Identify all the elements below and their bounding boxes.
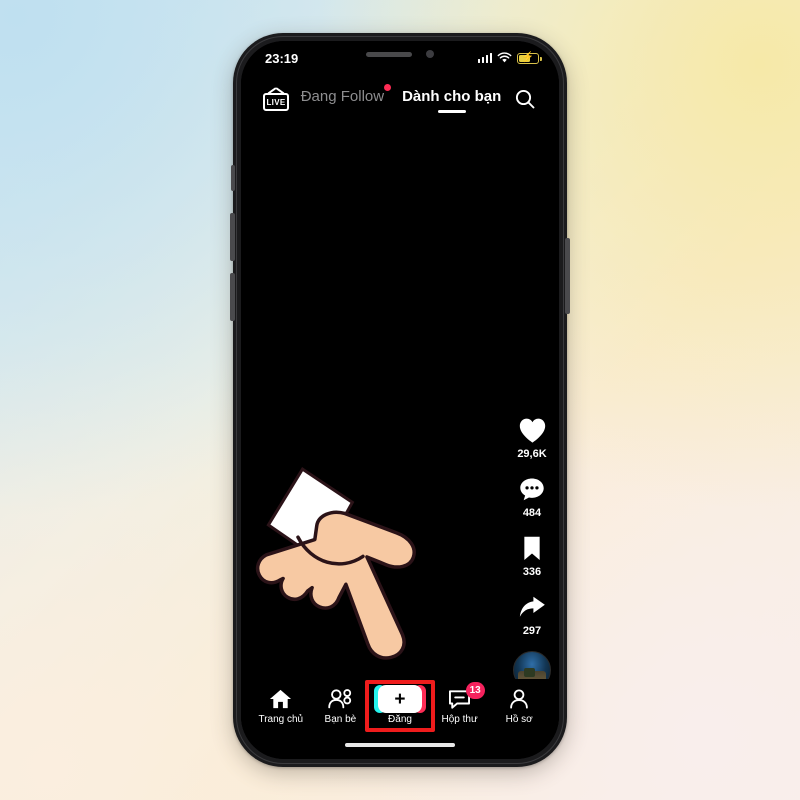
share-action[interactable]: 297 <box>517 592 547 637</box>
battery-charging-icon: ⚡ <box>517 52 542 64</box>
signal-bars-icon <box>477 53 492 63</box>
nav-label-profile: Hồ sơ <box>505 714 533 725</box>
feed-tabs: Đang Follow Dành cho bạn <box>289 83 513 113</box>
status-time: 23:19 <box>265 50 299 66</box>
phone-screen: 23:19 ⚡ LIVE Đang Follow Dành cho bạn 29… <box>241 41 559 759</box>
nav-label-post: Đăng <box>388 714 412 725</box>
volume-up-button[interactable] <box>230 213 235 261</box>
nav-label-home: Trang chủ <box>258 714 304 725</box>
wifi-icon <box>497 52 512 63</box>
tab-following-dot <box>384 83 392 91</box>
tab-for-you[interactable]: Dành cho bạn <box>400 86 503 113</box>
live-tv-icon[interactable]: LIVE <box>263 87 289 111</box>
bookmark-action[interactable]: 336 <box>517 533 547 578</box>
bookmark-count: 336 <box>522 566 542 578</box>
mute-switch[interactable] <box>231 165 235 191</box>
nav-label-friends: Bạn bè <box>324 714 357 725</box>
home-indicator[interactable] <box>345 743 455 747</box>
bottom-navigation: Trang chủ Bạn bè + Đăng 13 Hộp thư Hồ sơ <box>241 679 559 733</box>
tab-for-you-label: Dành cho bạn <box>402 87 502 105</box>
search-icon[interactable] <box>513 87 537 111</box>
nav-item-post[interactable]: + Đăng <box>364 680 435 732</box>
nav-item-home[interactable]: Trang chủ <box>251 687 311 725</box>
nav-item-profile[interactable]: Hồ sơ <box>489 687 549 725</box>
profile-icon <box>508 687 530 711</box>
comment-count: 484 <box>522 507 542 519</box>
share-count: 297 <box>522 625 542 637</box>
heart-icon <box>517 415 547 445</box>
friends-icon <box>327 687 353 711</box>
tab-following[interactable]: Đang Follow <box>299 83 392 113</box>
nav-label-inbox: Hộp thư <box>441 714 478 725</box>
front-camera <box>426 50 434 58</box>
like-action[interactable]: 29,6K <box>517 415 547 460</box>
phone-mockup: 23:19 ⚡ LIVE Đang Follow Dành cho bạn 29… <box>230 33 570 767</box>
action-rail: 29,6K 484 336 297 <box>513 415 551 689</box>
bookmark-icon <box>517 533 547 563</box>
pointing-hand-icon <box>255 467 416 660</box>
feed-header: LIVE Đang Follow Dành cho bạn <box>241 79 559 119</box>
like-count: 29,6K <box>517 448 547 460</box>
tab-following-label: Đang Follow <box>300 87 385 105</box>
notch <box>321 41 479 67</box>
power-button[interactable] <box>565 238 570 314</box>
volume-down-button[interactable] <box>230 273 235 321</box>
share-icon <box>517 592 547 622</box>
inbox-badge: 13 <box>465 682 485 699</box>
post-plus-icon: + <box>373 685 426 713</box>
comment-action[interactable]: 484 <box>517 474 547 519</box>
earpiece-speaker <box>366 51 412 57</box>
nav-item-inbox[interactable]: 13 Hộp thư <box>430 682 490 725</box>
home-icon <box>269 687 292 711</box>
plus-glyph: + <box>394 688 406 710</box>
comment-icon <box>517 474 547 504</box>
live-label: LIVE <box>263 93 289 111</box>
nav-item-friends[interactable]: Bạn bè <box>311 687 371 725</box>
